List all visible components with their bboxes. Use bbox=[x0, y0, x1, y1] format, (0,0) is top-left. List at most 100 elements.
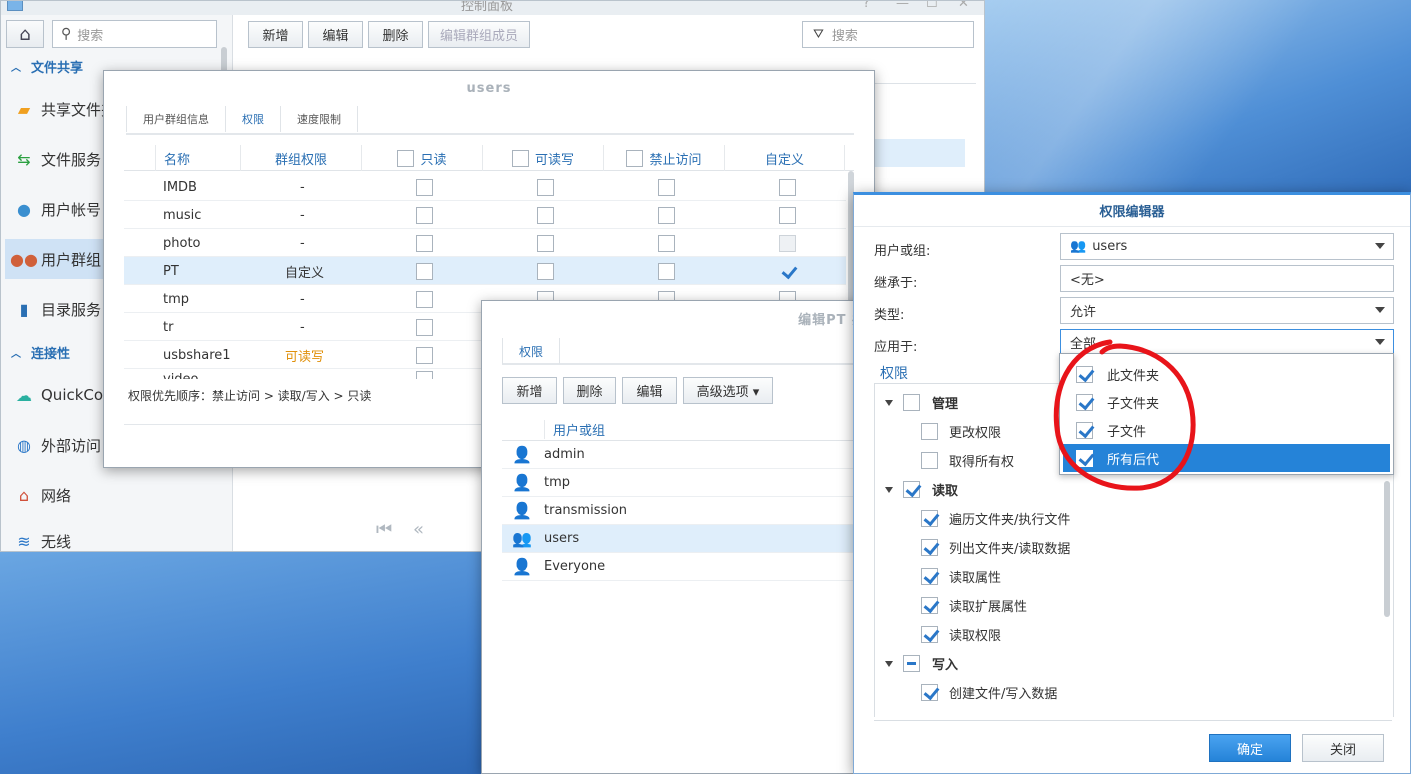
close-icon[interactable]: ✕ bbox=[958, 1, 969, 11]
readonly-checkbox[interactable] bbox=[416, 206, 433, 224]
tree-group-read[interactable]: 读取 bbox=[875, 475, 1385, 504]
create-files-checkbox[interactable] bbox=[921, 684, 938, 701]
readonly-all-checkbox[interactable] bbox=[397, 149, 415, 167]
col-user-or-group[interactable]: 用户或组 bbox=[544, 420, 605, 439]
readonly-checkbox[interactable] bbox=[416, 346, 433, 364]
delete-button[interactable]: 删除 bbox=[563, 377, 616, 404]
sidebar-item-network[interactable]: ⌂ 网络 bbox=[5, 475, 221, 515]
deny-checkbox[interactable] bbox=[658, 234, 675, 252]
table-row[interactable]: 👥 users bbox=[502, 525, 882, 553]
readonly-checkbox[interactable] bbox=[416, 290, 433, 308]
readonly-checkbox[interactable] bbox=[416, 178, 433, 196]
sidebar-search-input[interactable]: ⚲ 搜索 bbox=[52, 20, 217, 48]
help-icon[interactable]: ? bbox=[863, 1, 870, 11]
col-name[interactable]: 名称 bbox=[155, 145, 240, 171]
write-checkbox[interactable] bbox=[903, 655, 920, 672]
edit-members-button[interactable]: 编辑群组成员 bbox=[428, 21, 530, 48]
add-button[interactable]: 新增 bbox=[502, 377, 557, 404]
tree-item[interactable]: 创建文件/写入数据 bbox=[875, 678, 1385, 707]
minimize-icon[interactable]: — bbox=[896, 1, 909, 11]
option-checkbox[interactable] bbox=[1076, 449, 1093, 467]
readwrite-checkbox[interactable] bbox=[537, 262, 554, 280]
edit-button[interactable]: 编辑 bbox=[622, 377, 677, 404]
readwrite-all-checkbox[interactable] bbox=[511, 149, 529, 167]
edit-button[interactable]: 编辑 bbox=[308, 21, 363, 48]
group-search-input[interactable]: ⛛ 搜索 bbox=[802, 21, 974, 48]
readonly-checkbox[interactable] bbox=[416, 370, 433, 379]
tree-group-write[interactable]: 写入 bbox=[875, 649, 1385, 678]
close-button[interactable]: 关闭 bbox=[1302, 734, 1384, 762]
col-readwrite[interactable]: 可读写 bbox=[482, 145, 603, 171]
readonly-checkbox[interactable] bbox=[416, 318, 433, 336]
col-deny[interactable]: 禁止访问 bbox=[603, 145, 724, 171]
table-row[interactable]: PT 自定义 bbox=[124, 257, 846, 285]
dropdown-option-this-folder[interactable]: 此文件夹 bbox=[1063, 360, 1390, 388]
table-row[interactable]: photo - bbox=[124, 229, 846, 257]
deny-checkbox[interactable] bbox=[658, 262, 675, 280]
tab-bar: 用户群组信息 权限 速度限制 bbox=[126, 103, 854, 135]
select-value: 全部 bbox=[1070, 337, 1097, 352]
read-checkbox[interactable] bbox=[903, 481, 920, 498]
readonly-checkbox[interactable] bbox=[416, 262, 433, 280]
table-row[interactable]: 👤 tmp bbox=[502, 469, 882, 497]
type-select[interactable]: 允许 bbox=[1060, 297, 1394, 324]
dropdown-option-subfolders[interactable]: 子文件夹 bbox=[1063, 388, 1390, 416]
tab-permissions[interactable]: 权限 bbox=[502, 338, 561, 364]
option-checkbox[interactable] bbox=[1076, 393, 1093, 411]
add-button[interactable]: 新增 bbox=[248, 21, 303, 48]
tree-item[interactable]: 列出文件夹/读取数据 bbox=[875, 533, 1385, 562]
take-ownership-checkbox[interactable] bbox=[921, 452, 938, 469]
read-attributes-checkbox[interactable] bbox=[921, 568, 938, 585]
option-checkbox[interactable] bbox=[1076, 421, 1093, 439]
tab-speed-limit[interactable]: 速度限制 bbox=[281, 106, 358, 132]
maximize-icon[interactable]: ☐ bbox=[926, 1, 938, 11]
read-ext-attributes-checkbox[interactable] bbox=[921, 597, 938, 614]
col-group-perm[interactable]: 群组权限 bbox=[240, 145, 361, 171]
readwrite-checkbox[interactable] bbox=[537, 206, 554, 224]
table-row[interactable]: 👤 admin bbox=[502, 441, 882, 469]
table-row[interactable]: 👤 transmission bbox=[502, 497, 882, 525]
list-folder-checkbox[interactable] bbox=[921, 539, 938, 556]
readonly-checkbox[interactable] bbox=[416, 234, 433, 252]
deny-all-checkbox[interactable] bbox=[626, 149, 644, 167]
home-button[interactable]: ⌂ bbox=[6, 20, 44, 48]
change-permission-checkbox[interactable] bbox=[921, 423, 938, 440]
col-readonly[interactable]: 只读 bbox=[361, 145, 482, 171]
deny-checkbox[interactable] bbox=[658, 206, 675, 224]
read-permissions-checkbox[interactable] bbox=[921, 626, 938, 643]
dropdown-option-all-descendants[interactable]: 所有后代 bbox=[1063, 444, 1390, 472]
traverse-checkbox[interactable] bbox=[921, 510, 938, 527]
user-or-group-select[interactable]: 👥 users bbox=[1060, 233, 1394, 260]
col-custom[interactable]: 自定义 bbox=[724, 145, 845, 171]
deny-checkbox[interactable] bbox=[658, 178, 675, 196]
user-name: transmission bbox=[544, 503, 628, 518]
expand-triangle-icon[interactable] bbox=[885, 399, 893, 406]
tab-permissions[interactable]: 权限 bbox=[226, 106, 281, 132]
readwrite-checkbox[interactable] bbox=[537, 178, 554, 196]
apply-to-select[interactable]: 全部 bbox=[1060, 329, 1394, 356]
advanced-options-button[interactable]: 高级选项 ▾ bbox=[683, 377, 773, 404]
prev-page-icon[interactable]: « bbox=[413, 519, 424, 540]
first-page-icon[interactable]: ⏮ bbox=[376, 519, 392, 540]
tree-item[interactable]: 读取权限 bbox=[875, 620, 1385, 649]
dropdown-option-subfiles[interactable]: 子文件 bbox=[1063, 416, 1390, 444]
delete-button[interactable]: 删除 bbox=[368, 21, 423, 48]
table-row[interactable]: music - bbox=[124, 201, 846, 229]
tab-group-info[interactable]: 用户群组信息 bbox=[126, 106, 226, 132]
tree-item[interactable]: 遍历文件夹/执行文件 bbox=[875, 504, 1385, 533]
sidebar-item-wireless[interactable]: ≋ 无线 bbox=[5, 525, 221, 557]
custom-checkbox[interactable] bbox=[779, 178, 796, 196]
ok-button[interactable]: 确定 bbox=[1209, 734, 1291, 762]
expand-triangle-icon[interactable] bbox=[885, 660, 893, 667]
tree-scrollbar[interactable] bbox=[1384, 481, 1390, 617]
table-row[interactable]: 👤 Everyone bbox=[502, 553, 882, 581]
readwrite-checkbox[interactable] bbox=[537, 234, 554, 252]
admin-checkbox[interactable] bbox=[903, 394, 920, 411]
custom-checkbox[interactable] bbox=[779, 206, 796, 224]
expand-triangle-icon[interactable] bbox=[885, 486, 893, 493]
option-checkbox[interactable] bbox=[1076, 365, 1093, 383]
tree-item[interactable]: 读取属性 bbox=[875, 562, 1385, 591]
tree-item[interactable]: 读取扩展属性 bbox=[875, 591, 1385, 620]
custom-checkbox[interactable] bbox=[779, 263, 796, 280]
table-row[interactable]: IMDB - bbox=[124, 173, 846, 201]
